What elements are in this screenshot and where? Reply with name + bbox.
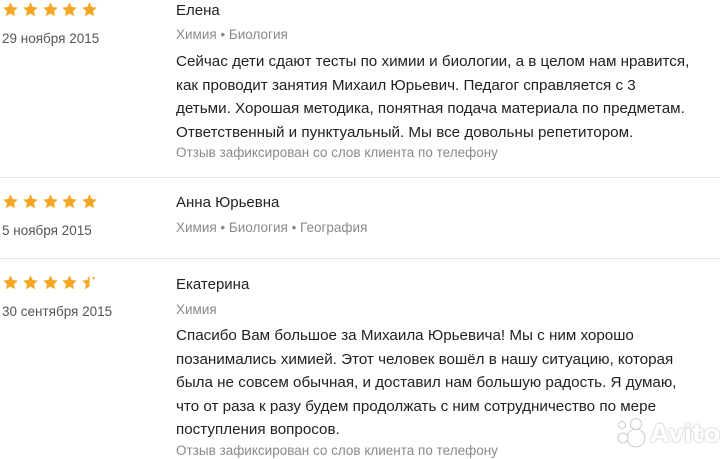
review-source-note: Отзыв зафиксирован со слов клиента по те…: [176, 443, 498, 458]
star-full-icon: [22, 1, 39, 18]
review-date: 30 сентября 2015: [2, 304, 113, 319]
review-text: Сейчас дети сдают тесты по химии и биоло…: [176, 50, 716, 144]
reviewer-name: Анна Юрьевна: [176, 194, 280, 211]
review-subjects: Химия: [176, 302, 217, 317]
star-full-icon: [42, 193, 59, 210]
star-full-icon: [61, 274, 78, 291]
review-text-line: была не совсем обычная, и доставил нам б…: [176, 374, 677, 391]
review-text-line: Ответственный и пунктуальный. Мы все дов…: [176, 123, 634, 141]
review-text-line: Сейчас дети сдают тесты по химии и биоло…: [176, 53, 690, 70]
review-subjects: Химия • Биология: [176, 27, 288, 42]
star-full-icon: [22, 193, 39, 210]
avito-logo-icon: [617, 418, 646, 448]
star-full-icon: [61, 1, 78, 18]
star-full-icon: [2, 274, 19, 291]
review-text-line: как проводит занятия Михаил Юрьевич. Пед…: [176, 76, 636, 94]
review-text-line: Спасибо Вам большое за Михаила Юрьевича!…: [176, 327, 634, 344]
review-source-note: Отзыв зафиксирован со слов клиента по те…: [176, 145, 498, 160]
star-full-icon: [81, 1, 98, 18]
avito-watermark: Avito: [614, 416, 720, 450]
review-subjects: Химия • Биология • География: [176, 220, 368, 235]
review-divider: [0, 177, 720, 178]
review-date: 29 ноября 2015: [2, 31, 100, 46]
rating-stars: [2, 193, 101, 213]
star-half-icon: [81, 274, 98, 291]
reviewer-name: Елена: [176, 2, 220, 19]
rating-stars: [2, 1, 101, 21]
star-full-icon: [2, 193, 19, 210]
star-full-icon: [42, 1, 59, 18]
review-text-line: позанимались химией. Этот человек вошёл …: [176, 350, 674, 368]
star-full-icon: [61, 193, 78, 210]
star-full-icon: [42, 274, 59, 291]
star-full-icon: [22, 274, 39, 291]
review-date: 5 ноября 2015: [2, 223, 92, 238]
review-text-line: что от раза к разу будем продолжать с ни…: [176, 397, 657, 415]
star-full-icon: [2, 1, 19, 18]
reviewer-name: Екатерина: [176, 276, 250, 293]
star-full-icon: [81, 193, 98, 210]
review-divider: [0, 258, 720, 259]
avito-watermark-text: Avito: [650, 419, 720, 448]
rating-stars: [2, 274, 101, 294]
review-text-line: детьми. Хорошая методика, понятная подач…: [176, 100, 685, 117]
